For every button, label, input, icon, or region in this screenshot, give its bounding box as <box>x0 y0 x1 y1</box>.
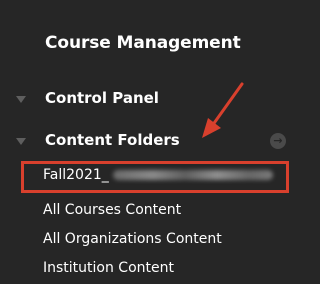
sidebar-item-all-organizations-content[interactable]: All Organizations Content <box>43 231 222 247</box>
sidebar-item-fall2021[interactable]: Fall2021_ <box>43 167 273 183</box>
chevron-down-icon[interactable] <box>16 138 26 145</box>
redacted-text <box>112 170 273 180</box>
sidebar-item-all-courses-content[interactable]: All Courses Content <box>43 202 181 218</box>
course-management-panel: Course Management Control Panel Content … <box>0 0 289 284</box>
course-management-heading: Course Management <box>45 33 241 53</box>
content-folders-label[interactable]: Content Folders <box>45 131 180 149</box>
content-folders-row[interactable]: Content Folders → <box>0 129 286 155</box>
circle-arrow-right-icon[interactable]: → <box>270 133 286 149</box>
chevron-down-icon[interactable] <box>16 96 26 103</box>
control-panel-row[interactable]: Control Panel <box>0 87 285 113</box>
sidebar-item-institution-content[interactable]: Institution Content <box>43 260 174 276</box>
control-panel-label[interactable]: Control Panel <box>45 89 159 107</box>
sidebar-item-label[interactable]: Fall2021_ <box>43 167 109 183</box>
